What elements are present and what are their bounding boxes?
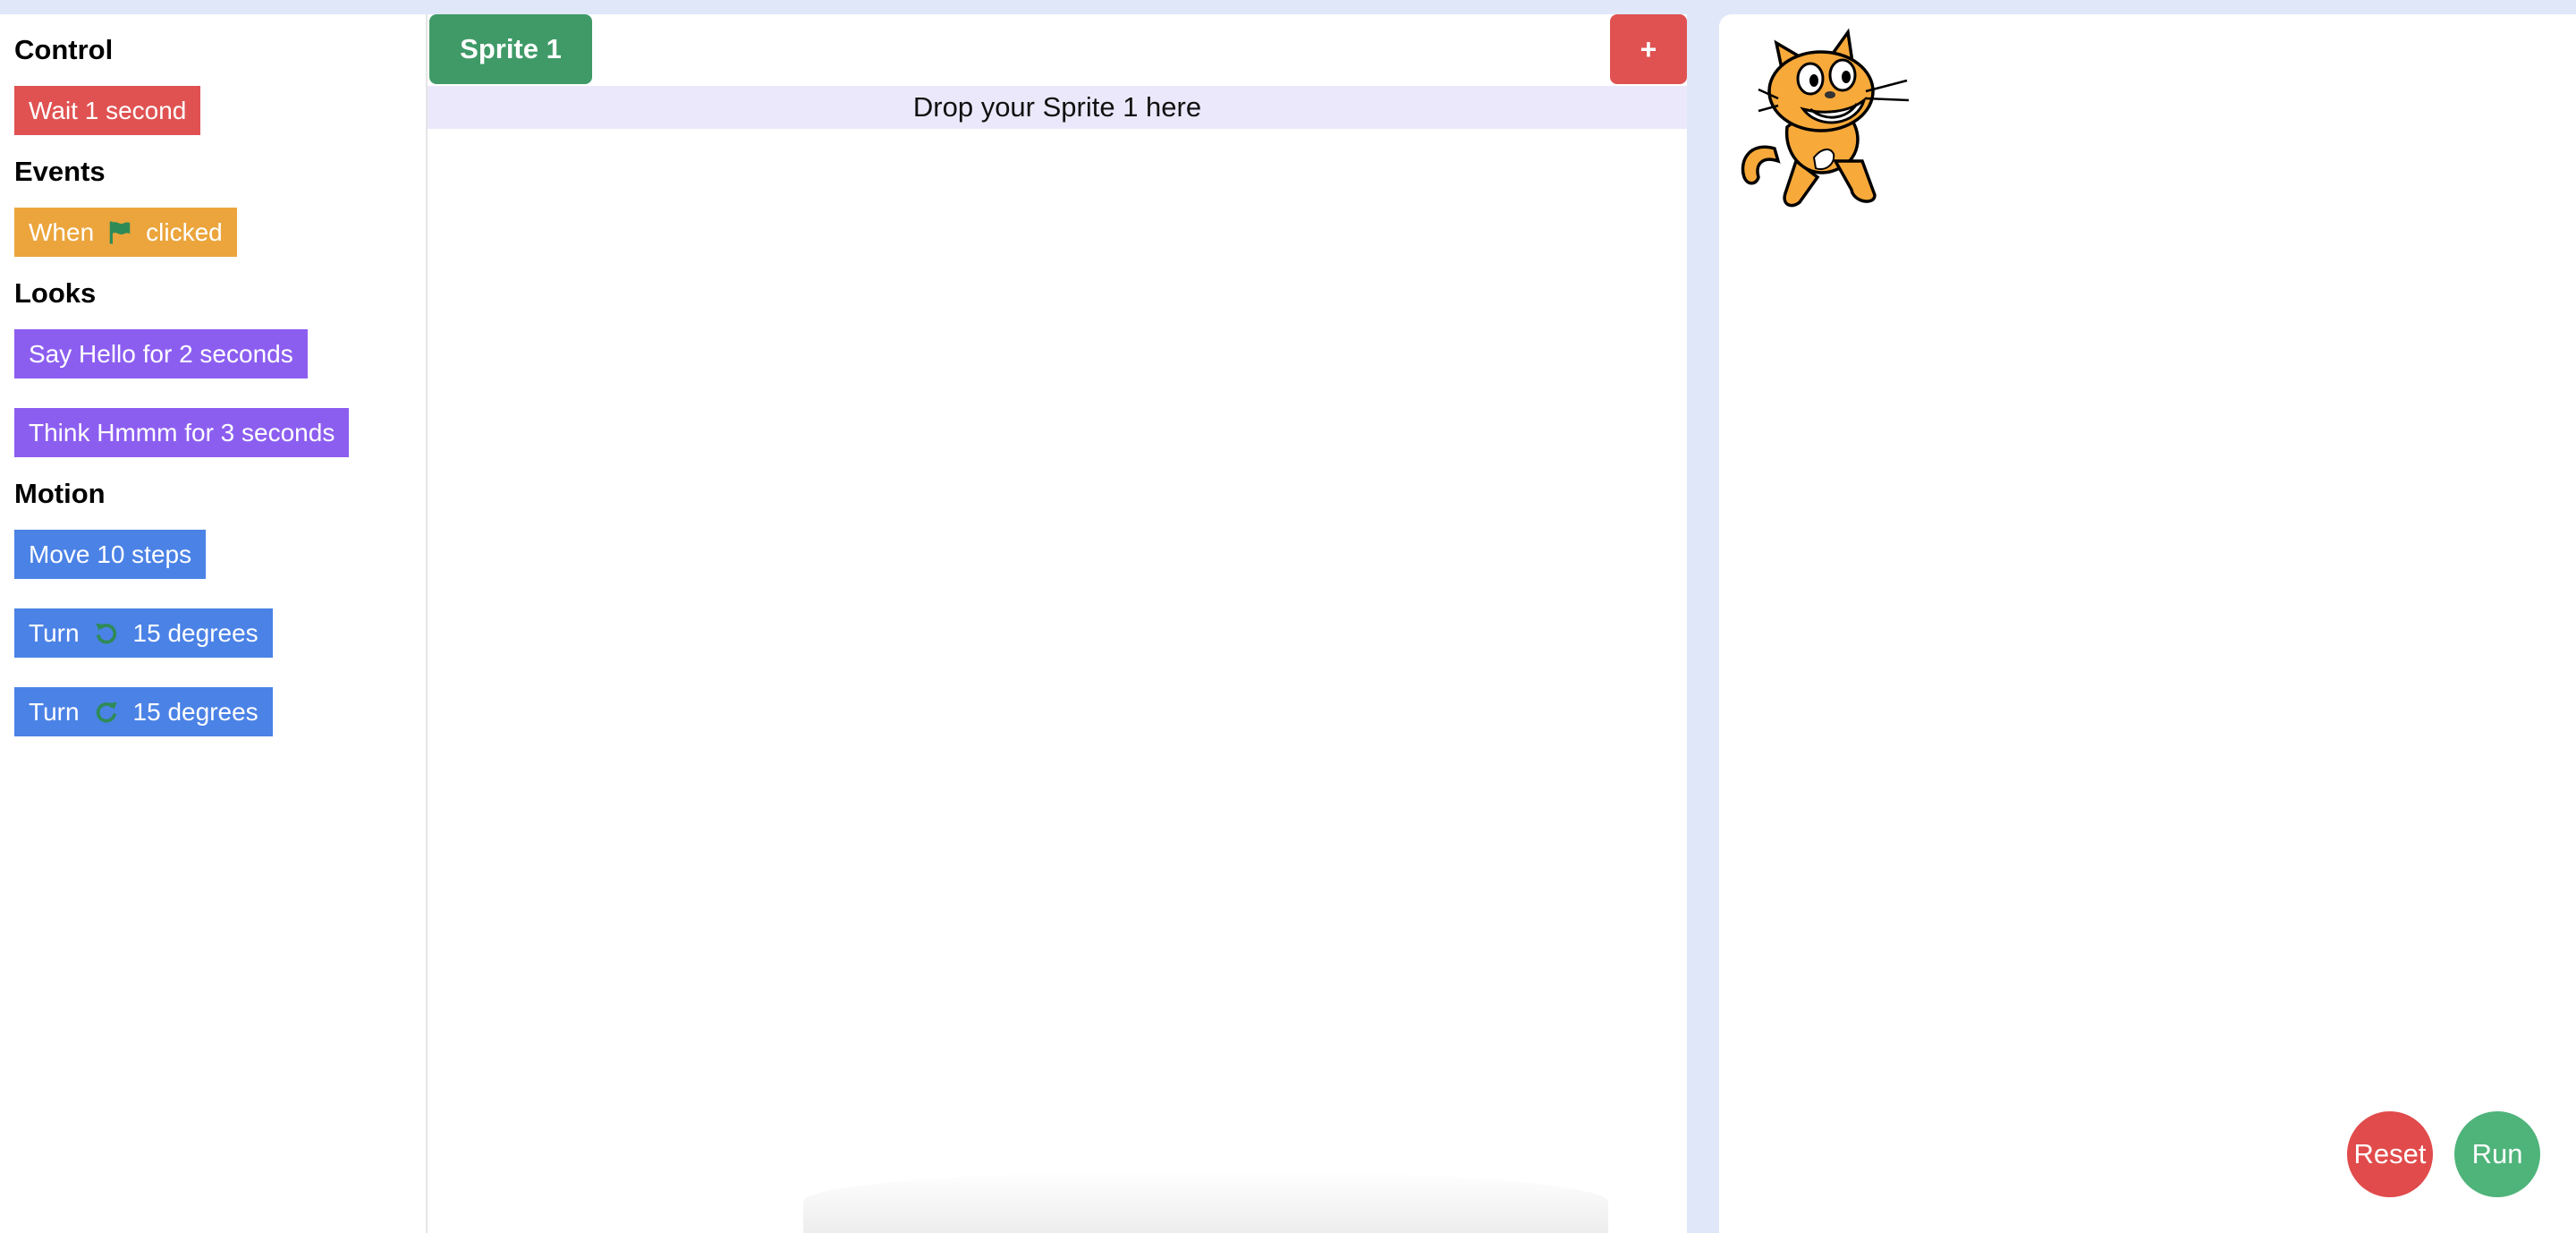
category-events-heading: Events <box>14 156 106 187</box>
cat-sprite[interactable] <box>1732 27 1911 220</box>
think-block[interactable]: Think Hmmm for 3 seconds <box>14 408 350 457</box>
script-drop-area[interactable] <box>428 129 1687 1233</box>
say-block-label: Say Hello for 2 seconds <box>29 339 293 368</box>
add-sprite-button[interactable]: + <box>1610 14 1687 84</box>
rotate-clockwise-icon <box>92 698 121 727</box>
think-block-label: Think Hmmm for 3 seconds <box>29 418 335 446</box>
category-motion-heading: Motion <box>14 478 106 509</box>
when-block-suffix: clicked <box>146 217 223 246</box>
green-flag-icon <box>106 219 133 246</box>
when-flag-clicked-block[interactable]: When clicked <box>14 208 237 257</box>
tab-sprite-1[interactable]: Sprite 1 <box>429 14 592 84</box>
run-button[interactable]: Run <box>2454 1111 2540 1197</box>
turn-left-suffix: 15 degrees <box>132 618 258 647</box>
turn-right-prefix: Turn <box>29 697 80 726</box>
move-block[interactable]: Move 10 steps <box>14 530 207 579</box>
turn-left-prefix: Turn <box>29 618 80 647</box>
wait-block[interactable]: Wait 1 second <box>14 86 201 135</box>
code-editor: Sprite 1 + Drop your Sprite 1 here <box>428 14 1687 1233</box>
turn-right-block[interactable]: Turn 15 degrees <box>14 687 273 736</box>
rotate-counterclockwise-icon <box>92 619 121 648</box>
turn-right-suffix: 15 degrees <box>132 697 258 726</box>
category-looks-heading: Looks <box>14 277 97 309</box>
say-block[interactable]: Say Hello for 2 seconds <box>14 329 308 378</box>
drop-zone-banner: Drop your Sprite 1 here <box>428 86 1687 129</box>
stage: Reset Run <box>1719 14 2576 1233</box>
category-control-heading: Control <box>14 34 114 65</box>
sprite-tab-bar: Sprite 1 + <box>428 14 1687 86</box>
wait-block-label: Wait 1 second <box>29 96 187 124</box>
move-block-label: Move 10 steps <box>29 540 192 568</box>
drop-area-shadow <box>803 1170 1608 1233</box>
reset-button[interactable]: Reset <box>2347 1111 2433 1197</box>
when-block-prefix: When <box>29 217 95 246</box>
turn-left-block[interactable]: Turn 15 degrees <box>14 608 273 658</box>
block-palette: Control Wait 1 second Events When clicke… <box>0 14 428 1233</box>
